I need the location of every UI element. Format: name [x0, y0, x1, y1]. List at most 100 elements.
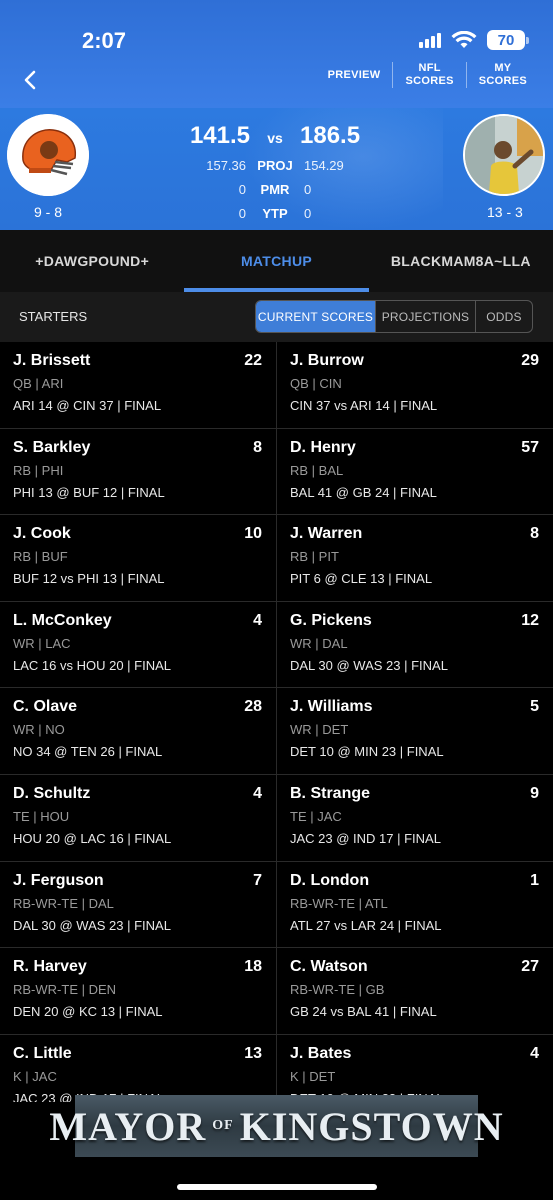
player-name: J. Cook	[13, 525, 71, 543]
wifi-icon	[451, 31, 477, 48]
player-position: RB | PHI	[13, 462, 64, 478]
player-card-right[interactable]: J. Warren 8 RB | PIT PIT 6 @ CLE 13 | FINAL	[276, 515, 553, 601]
player-row: C. Little13K | JACJAC 23 @ IND 17 | FINA…	[0, 1034, 553, 1102]
player-name: J. Burrow	[290, 352, 364, 369]
tab-matchup[interactable]: MATCHUP	[184, 230, 369, 292]
player-game-status: PIT 6 @ CLE 13 | FINAL	[290, 571, 433, 587]
player-game-status: LAC 16 vs HOU 20 | FINAL	[13, 657, 171, 673]
starters-bar: STARTERS CURRENT SCORES PROJECTIONS ODDS	[0, 292, 553, 342]
battery-icon: 70	[487, 30, 529, 50]
segment-odds[interactable]: ODDS	[476, 301, 532, 332]
segment-current-scores[interactable]: CURRENT SCORES	[256, 301, 376, 332]
player-row: R. Harvey 18 RB-WR-TE | DEN DEN 20 @ KC 13 …	[0, 948, 553, 1035]
matchup-tabs: +DAWGPOUND+ MATCHUP BLACKMAM8A~LLA	[0, 230, 553, 292]
player-position: RB | BAL	[290, 462, 344, 478]
team-avatar-right[interactable]	[463, 114, 545, 196]
player-name: S. Barkley	[13, 438, 91, 456]
starters-grid: J. Brissett 22 QB | ARI ARI 14 @ CIN 37 | F…	[0, 342, 553, 1102]
player-card-right[interactable]: C. Watson 27 RB-WR-TE | GB GB 24 vs BAL 41 …	[276, 948, 553, 1034]
tab-right-team[interactable]: BLACKMAM8A~LLA	[369, 230, 553, 292]
score-summary: 141.5 vs 186.5 157.36 PROJ 154.29 0 PMR …	[180, 122, 370, 222]
player-position: RB | PIT	[290, 549, 339, 565]
player-card-left[interactable]: J. Brissett 22 QB | ARI ARI 14 @ CIN 37 | F…	[0, 342, 276, 428]
player-name: J. Warren	[290, 525, 363, 543]
my-scores-link[interactable]: MY SCORES	[467, 62, 539, 88]
matchup-score-panel: 9 - 8 141.5 vs 186.5 157.36 PROJ 154.29 …	[0, 108, 553, 230]
player-card-right[interactable]: J. Williams 5 WR | DET DET 10 @ MIN 23 | FI…	[276, 688, 553, 774]
player-name: G. Pickens	[290, 611, 372, 629]
player-card-right[interactable]: J. Bates4K | DETDET 10 @ MIN 23 | FINAL	[276, 1034, 553, 1102]
player-card-left[interactable]: D. Schultz 4 TE | HOU HOU 20 @ LAC 16 | FIN…	[0, 775, 276, 861]
nfl-scores-link[interactable]: NFL SCORES	[393, 62, 465, 88]
player-position: WR | DET	[290, 722, 349, 738]
player-card-left[interactable]: C. Little13K | JACJAC 23 @ IND 17 | FINA…	[0, 1035, 276, 1102]
player-points: 12	[521, 611, 539, 629]
player-card-right[interactable]: D. Henry 57 RB | BAL BAL 41 @ GB 24 | FINAL	[276, 428, 553, 515]
player-points: 29	[521, 352, 539, 369]
player-card-left[interactable]: J. Ferguson 7 RB-WR-TE | DAL DAL 30 @ WAS 2…	[0, 862, 276, 948]
player-points: 7	[253, 871, 262, 889]
player-position: TE | HOU	[13, 808, 70, 824]
player-position: K | DET	[290, 1068, 336, 1084]
helmet-icon	[7, 114, 89, 196]
player-name: B. Strange	[290, 784, 371, 802]
team-avatar-left[interactable]	[7, 114, 89, 196]
score-left: 141.5	[189, 122, 250, 149]
battery-level: 70	[487, 30, 525, 50]
player-game-status: DEN 20 @ KC 13 | FINAL	[13, 1004, 163, 1020]
player-name: C. Olave	[13, 698, 78, 716]
ad-title: MAYOR OF KINGSTOWN	[49, 1103, 504, 1149]
player-card-right[interactable]: B. Strange 9 TE | JAC JAC 23 @ IND 17 | FIN…	[276, 774, 553, 861]
preview-link[interactable]: PREVIEW	[316, 69, 393, 82]
player-card-right[interactable]: G. Pickens 12 WR | DAL DAL 30 @ WAS 23 | FI…	[276, 601, 553, 688]
player-points: 4	[530, 1044, 539, 1062]
player-points: 4	[253, 611, 262, 629]
player-name: J. Ferguson	[13, 871, 104, 889]
player-name: J. Bates	[290, 1044, 352, 1062]
status-icons: 70	[419, 30, 529, 50]
player-game-status: DAL 30 @ WAS 23 | FINAL	[290, 657, 448, 673]
player-game-status: JAC 23 @ IND 17 | FINAL	[290, 830, 441, 846]
player-position: WR | DAL	[290, 635, 348, 651]
proj-row: 157.36 PROJ 154.29	[206, 157, 344, 173]
player-name: C. Watson	[290, 958, 368, 976]
player-points: 18	[244, 958, 262, 976]
segment-projections[interactable]: PROJECTIONS	[376, 301, 476, 332]
back-button[interactable]	[18, 66, 42, 94]
player-game-status: GB 24 vs BAL 41 | FINAL	[290, 1004, 437, 1020]
player-game-status: ARI 14 @ CIN 37 | FINAL	[13, 398, 162, 413]
player-position: K | JAC	[13, 1068, 57, 1084]
player-card-left[interactable]: L. McConkey 4 WR | LAC LAC 16 vs HOU 20 | F…	[0, 602, 276, 688]
player-game-status: NO 34 @ TEN 26 | FINAL	[13, 744, 163, 760]
player-position: WR | NO	[13, 722, 65, 738]
tab-left-team[interactable]: +DAWGPOUND+	[0, 230, 184, 292]
player-card-right[interactable]: D. London 1 RB-WR-TE | ATL ATL 27 vs LAR 24…	[276, 861, 553, 948]
signal-icon	[419, 32, 441, 48]
player-position: RB-WR-TE | DEN	[13, 982, 117, 998]
player-card-right[interactable]: J. Burrow 29 QB | CIN CIN 37 vs ARI 14 | FI…	[276, 342, 553, 428]
record-left: 9 - 8	[34, 204, 63, 220]
home-indicator[interactable]	[177, 1184, 377, 1190]
player-row: C. Olave 28 WR | NO NO 34 @ TEN 26 | FINAL J…	[0, 688, 553, 775]
player-row: L. McConkey 4 WR | LAC LAC 16 vs HOU 20 | F…	[0, 601, 553, 689]
player-points: 8	[530, 525, 539, 543]
header-nav: PREVIEW NFL SCORES MY SCORES	[316, 62, 539, 88]
vs-label: vs	[267, 130, 283, 146]
player-card-left[interactable]: S. Barkley 8 RB | PHI PHI 13 @ BUF 12 | FIN…	[0, 429, 276, 515]
player-name: D. Henry	[290, 438, 356, 456]
player-name: C. Little	[13, 1044, 72, 1062]
player-points: 57	[521, 438, 539, 456]
player-card-left[interactable]: R. Harvey 18 RB-WR-TE | DEN DEN 20 @ KC 13 …	[0, 948, 276, 1034]
player-game-status: DET 10 @ MIN 23 | FINAL	[290, 744, 444, 760]
app-header: 2:07 70 PREVIEW NFL SCORES MY SCORES	[0, 0, 553, 108]
player-points: 27	[521, 958, 539, 976]
player-card-left[interactable]: J. Cook 10 RB | BUF BUF 12 vs PHI 13 | FINA…	[0, 515, 276, 601]
player-points: 10	[244, 525, 262, 543]
ad-banner[interactable]: MAYOR OF KINGSTOWN	[49, 1095, 503, 1157]
pmr-row: 0 PMR 0	[238, 181, 312, 197]
player-card-left[interactable]: C. Olave 28 WR | NO NO 34 @ TEN 26 | FINAL	[0, 688, 276, 774]
chevron-left-icon	[24, 70, 36, 90]
player-name: D. Schultz	[13, 784, 91, 802]
player-points: 28	[244, 698, 262, 716]
player-points: 1	[530, 871, 539, 889]
